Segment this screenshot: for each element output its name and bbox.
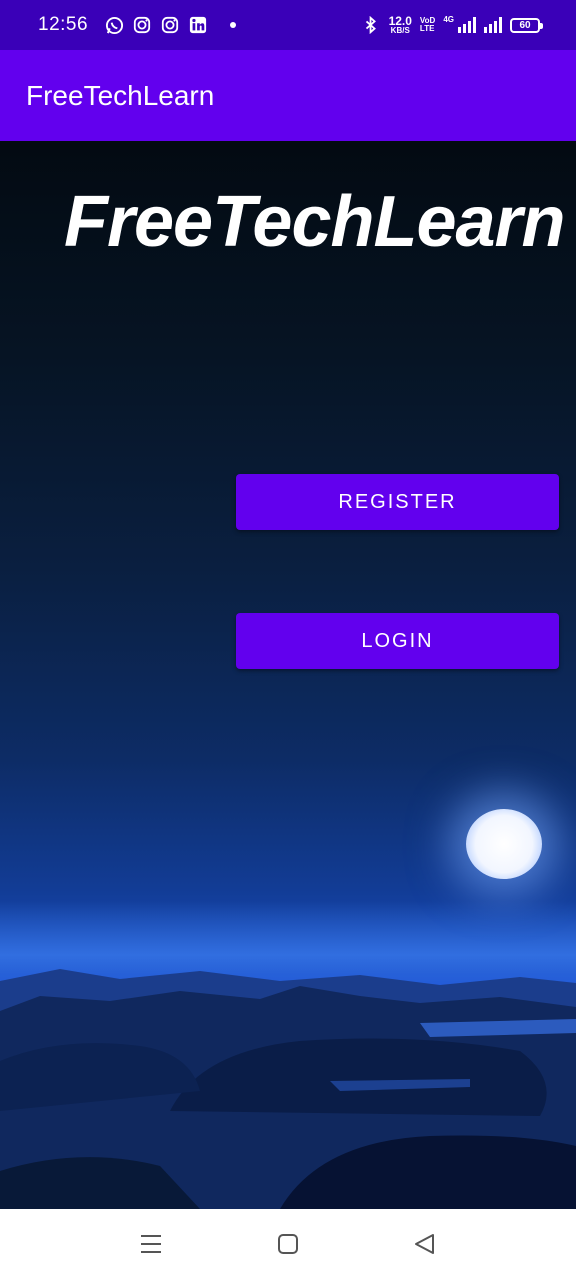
login-button[interactable]: LOGIN bbox=[236, 613, 559, 669]
moon-image bbox=[466, 809, 542, 879]
recents-icon[interactable] bbox=[138, 1231, 164, 1257]
back-icon[interactable] bbox=[412, 1231, 438, 1257]
status-bar: 12:56 12.0 KB/S VoD LTE 4G 60 bbox=[0, 0, 576, 50]
home-icon[interactable] bbox=[275, 1231, 301, 1257]
status-time: 12:56 bbox=[38, 14, 89, 35]
volte-bottom: LTE bbox=[419, 24, 435, 33]
bluetooth-icon bbox=[361, 15, 381, 35]
app-bar-title: FreeTechLearn bbox=[26, 79, 215, 111]
app-bar: FreeTechLearn bbox=[0, 50, 576, 141]
battery-icon: 60 bbox=[510, 17, 543, 33]
whatsapp-icon bbox=[104, 15, 124, 35]
network-speed: 12.0 KB/S bbox=[389, 15, 412, 35]
linkedin-icon bbox=[188, 15, 208, 35]
instagram-icon bbox=[160, 15, 180, 35]
speed-unit: KB/S bbox=[390, 26, 410, 35]
register-button[interactable]: REGISTER bbox=[236, 474, 559, 530]
main-background: FreeTechLearn REGISTER LOGIN bbox=[0, 141, 576, 1209]
status-right: 12.0 KB/S VoD LTE 4G 60 bbox=[361, 15, 543, 35]
signal-icon bbox=[484, 17, 502, 33]
hero-title: FreeTechLearn bbox=[64, 182, 566, 262]
battery-level: 60 bbox=[519, 19, 531, 31]
notification-dot bbox=[230, 22, 237, 28]
network-type: 4G bbox=[443, 15, 454, 24]
navigation-bar bbox=[0, 1209, 576, 1280]
landscape-image bbox=[0, 969, 576, 1209]
volte-indicator: VoD LTE bbox=[420, 17, 435, 33]
app-screen: 12:56 12.0 KB/S VoD LTE 4G 60 FreeTechLe… bbox=[0, 0, 576, 1280]
instagram-icon bbox=[132, 15, 152, 35]
signal-icon bbox=[458, 17, 476, 33]
